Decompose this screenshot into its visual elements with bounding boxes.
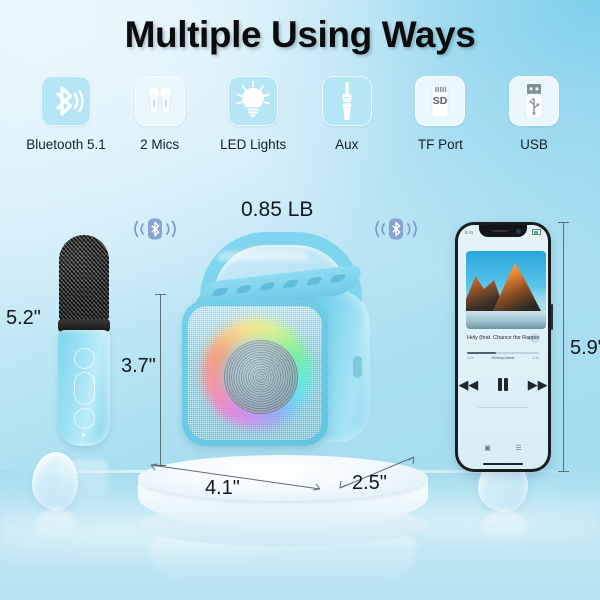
battery-icon (532, 229, 541, 235)
feature-label: TF Port (417, 137, 463, 152)
playback-controls: ◀◀ ▶▶ (458, 371, 548, 397)
speaker-grille (188, 306, 322, 440)
feature-led-lights[interactable]: LED Lights (209, 76, 297, 152)
microphone-body (58, 330, 110, 446)
feature-two-mics[interactable]: 2 Mics (116, 76, 204, 152)
feature-label: Bluetooth 5.1 (26, 137, 106, 152)
svg-text:SD: SD (433, 95, 448, 107)
microphone-indicator-led (82, 433, 85, 436)
phone-notch (479, 225, 527, 237)
mountain-peak-right (490, 263, 544, 317)
bluetooth-icon (56, 86, 84, 116)
feature-icon-tile: SD (415, 76, 466, 126)
feature-row: Bluetooth 5.1 2 Mics LED Lights Aux SD T… (22, 76, 578, 152)
lyrics-icon[interactable]: ▣ (484, 444, 491, 452)
feature-tf-port[interactable]: SD TF Port (396, 76, 484, 152)
sd-card-icon: SD (432, 84, 449, 118)
usb-drive-icon (525, 84, 543, 119)
decorative-ice-reflection-right (482, 510, 526, 546)
feature-bluetooth[interactable]: Bluetooth 5.1 (22, 76, 110, 152)
microphone-reflection (58, 460, 108, 514)
aux-jack-icon (342, 82, 352, 121)
speaker-depth-label: 2.5" (352, 472, 387, 494)
feature-icon-tile (228, 76, 279, 126)
feature-usb[interactable]: USB (490, 76, 578, 152)
microphone-mesh-head (59, 235, 109, 323)
next-track-button[interactable]: ▶▶ (528, 378, 548, 391)
previous-track-button[interactable]: ◀◀ (458, 378, 478, 391)
feature-icon-tile (508, 76, 559, 126)
phone-screen: 9:41 Holy (feat. Chance the Rapper) ⋯ 1:… (458, 225, 548, 469)
feature-label: Aux (335, 137, 359, 152)
more-options-button[interactable]: ⋯ (530, 333, 540, 343)
wireless-microphone (53, 235, 115, 447)
pause-button[interactable] (498, 377, 508, 391)
weight-label: 0.85 LB (241, 198, 314, 221)
queue-icon[interactable]: ☰ (515, 444, 521, 452)
feature-label: LED Lights (220, 137, 287, 152)
feature-aux[interactable]: Aux (303, 76, 391, 152)
karaoke-speaker (176, 232, 376, 464)
microphone-button-middle (74, 372, 95, 405)
phone-bottom-bar: ▣ ☰ (458, 441, 548, 455)
feature-icon-tile (321, 76, 372, 126)
speaker-height-label: 3.7" (121, 355, 156, 377)
feature-label: USB (520, 137, 548, 152)
smartphone: 9:41 Holy (feat. Chance the Rapper) ⋯ 1:… (455, 222, 553, 472)
phone-height-label: 5.9" (570, 337, 600, 359)
microphone-button-top (74, 348, 95, 369)
speaker-front-face (182, 300, 328, 446)
grille-highlight (188, 306, 322, 360)
album-artwork (466, 251, 546, 329)
front-camera (516, 229, 521, 234)
earpiece-speaker (492, 230, 508, 232)
feature-label: 2 Mics (140, 137, 180, 152)
product-infographic: Multiple Using Ways Bluetooth 5.1 2 Mics… (0, 0, 600, 600)
phone-side-button (551, 304, 553, 330)
speaker-side-port (353, 356, 362, 378)
two-microphones-icon (147, 86, 173, 114)
snow-field (466, 311, 546, 329)
microphone-button-bottom (74, 408, 95, 429)
feature-icon-tile (134, 76, 185, 126)
light-bulb-icon (236, 81, 271, 118)
home-indicator[interactable] (483, 462, 523, 465)
airplay-device-label: MDishp Airmix (491, 356, 515, 360)
now-playing-title: Holy (feat. Chance the Rapper) (467, 335, 539, 341)
speaker-width-label: 4.1" (205, 477, 240, 499)
playback-progress-bar[interactable] (467, 352, 539, 354)
phone-height-line (558, 222, 569, 472)
page-title: Multiple Using Ways (124, 14, 476, 55)
status-time: 9:41 (465, 229, 474, 235)
feature-icon-tile (41, 76, 91, 126)
mic-height-label: 5.2" (6, 307, 41, 329)
volume-slider[interactable] (478, 407, 528, 409)
speaker-height-line (155, 294, 166, 466)
